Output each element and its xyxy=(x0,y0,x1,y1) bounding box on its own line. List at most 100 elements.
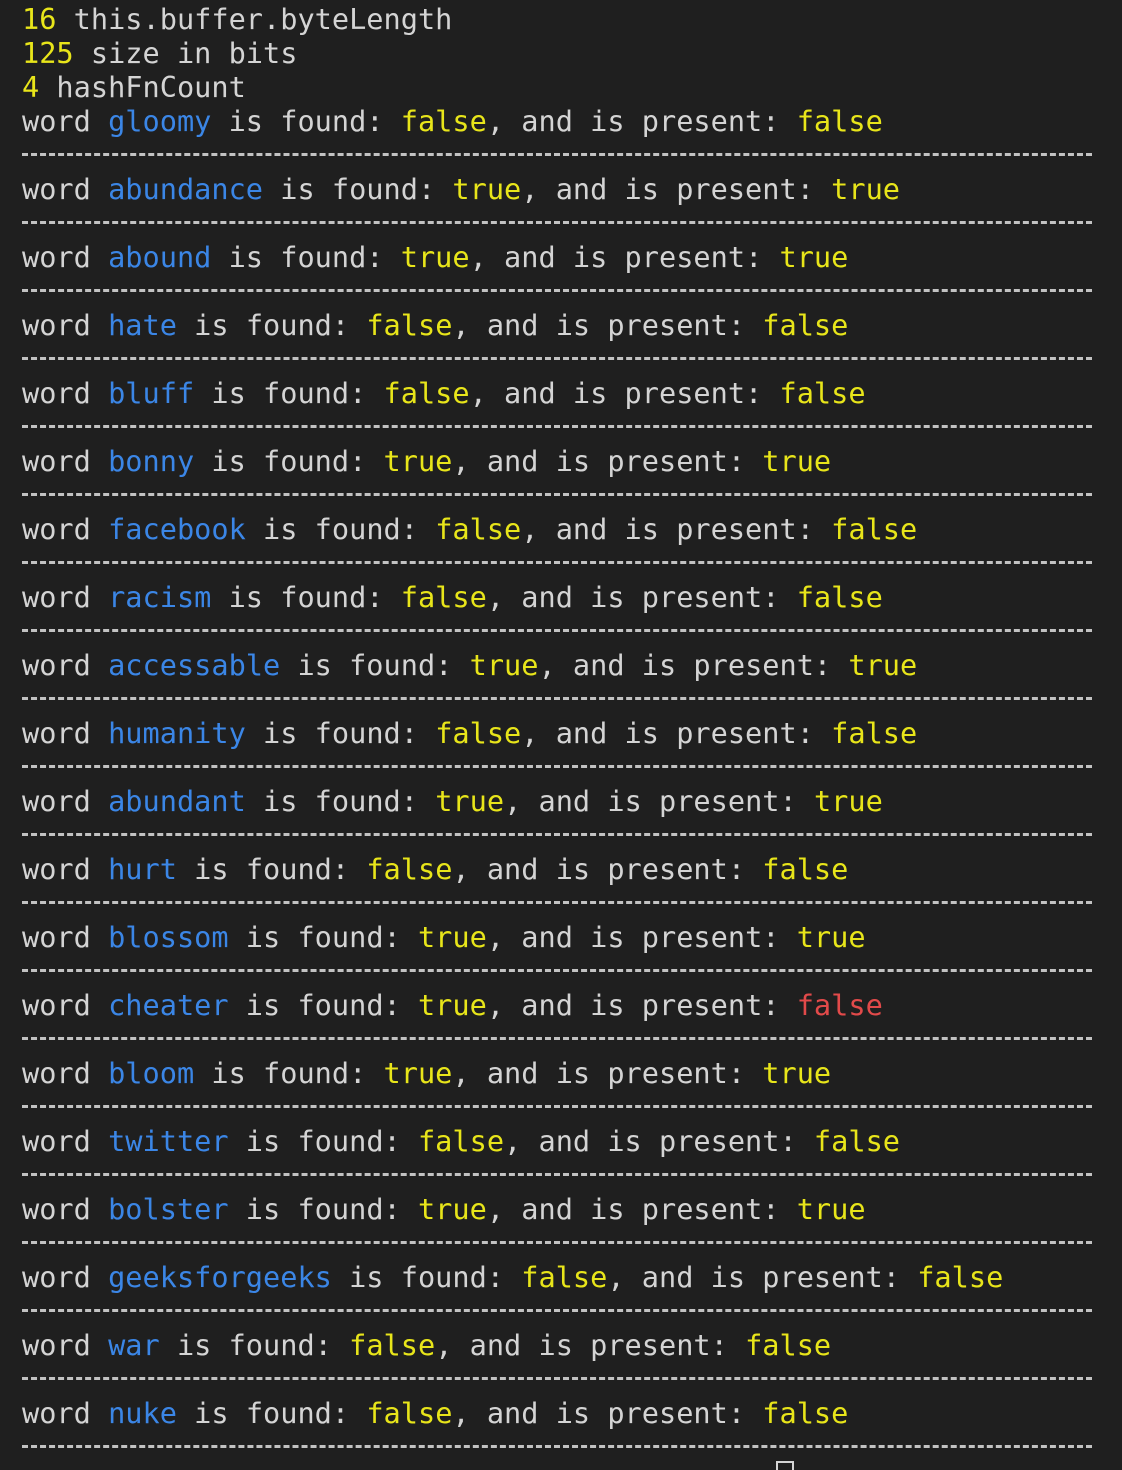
result-line: word bloom is found: true, and is presen… xyxy=(22,1056,831,1090)
found-value: false xyxy=(349,1328,436,1362)
present-value: false xyxy=(831,512,918,546)
found-value: true xyxy=(383,444,453,478)
word-prefix: word xyxy=(22,1192,109,1226)
present-value: false xyxy=(831,716,918,750)
result-word: war xyxy=(108,1328,160,1362)
present-label: , and is present: xyxy=(486,1192,797,1226)
word-prefix: word xyxy=(22,172,109,206)
result-line: word facebook is found: false, and is pr… xyxy=(22,512,917,546)
result-word: bolster xyxy=(108,1192,229,1226)
found-label: is found: xyxy=(211,580,401,614)
result-line: word hate is found: false, and is presen… xyxy=(22,308,848,342)
result-word: hurt xyxy=(108,852,177,886)
word-prefix: word xyxy=(22,852,109,886)
separator-line xyxy=(22,629,1092,632)
present-value: false xyxy=(917,1260,1004,1294)
separator-line xyxy=(22,561,1092,564)
present-value: false xyxy=(762,308,849,342)
header-value: 125 xyxy=(22,36,74,70)
present-label: , and is present: xyxy=(486,920,797,954)
result-word: hate xyxy=(108,308,177,342)
present-label: , and is present: xyxy=(452,1056,763,1090)
result-word: blossom xyxy=(108,920,229,954)
found-value: false xyxy=(400,580,487,614)
word-prefix: word xyxy=(22,784,109,818)
separator-line xyxy=(22,1377,1092,1380)
present-value: false xyxy=(796,104,883,138)
header-value: 4 xyxy=(22,70,40,104)
separator-line xyxy=(22,697,1092,700)
present-value: false xyxy=(779,376,866,410)
found-label: is found: xyxy=(228,988,418,1022)
result-line: word abundance is found: true, and is pr… xyxy=(22,172,900,206)
found-label: is found: xyxy=(331,1260,522,1294)
found-label: is found: xyxy=(194,376,384,410)
result-line: word cheater is found: true, and is pres… xyxy=(22,988,883,1022)
header-value: 16 xyxy=(22,2,57,36)
word-prefix: word xyxy=(22,1328,109,1362)
found-value: false xyxy=(366,852,453,886)
found-label: is found: xyxy=(228,1124,418,1158)
word-prefix: word xyxy=(22,308,109,342)
result-line: word racism is found: false, and is pres… xyxy=(22,580,883,614)
found-value: false xyxy=(366,1396,453,1430)
word-prefix: word xyxy=(22,240,109,274)
result-word: facebook xyxy=(108,512,246,546)
result-line: word bonny is found: true, and is presen… xyxy=(22,444,831,478)
present-value: false xyxy=(796,580,883,614)
result-word: gloomy xyxy=(108,104,212,138)
word-prefix: word xyxy=(22,920,109,954)
separator-line xyxy=(22,289,1092,292)
found-label: is found: xyxy=(176,1396,367,1430)
found-value: true xyxy=(435,784,505,818)
present-label: , and is present: xyxy=(469,240,780,274)
present-label: , and is present: xyxy=(452,444,763,478)
separator-line xyxy=(22,425,1092,428)
result-line: word abundant is found: true, and is pre… xyxy=(22,784,883,818)
word-prefix: word xyxy=(22,580,109,614)
terminal-output[interactable]: 16 this.buffer.byteLength 125 size in bi… xyxy=(0,0,1122,1470)
separator-line xyxy=(22,765,1092,768)
separator-line xyxy=(22,969,1092,972)
present-value: false xyxy=(796,988,883,1022)
found-label: is found: xyxy=(194,444,384,478)
result-line: word hurt is found: false, and is presen… xyxy=(22,852,848,886)
result-line: word war is found: false, and is present… xyxy=(22,1328,831,1362)
header-label: size in bits xyxy=(73,36,298,70)
result-word: racism xyxy=(108,580,212,614)
present-value: false xyxy=(762,852,849,886)
prompt-line[interactable] xyxy=(22,1457,794,1470)
separator-line xyxy=(22,1173,1092,1176)
word-prefix: word xyxy=(22,1124,109,1158)
result-line: word geeksforgeeks is found: false, and … xyxy=(22,1260,1003,1294)
result-line: word accessable is found: true, and is p… xyxy=(22,648,917,682)
present-label: , and is present: xyxy=(504,1124,814,1158)
result-word: abundant xyxy=(108,784,246,818)
result-line: word nuke is found: false, and is presen… xyxy=(22,1396,848,1430)
result-line: word gloomy is found: false, and is pres… xyxy=(22,104,883,138)
present-value: true xyxy=(796,1192,866,1226)
found-label: is found: xyxy=(245,716,436,750)
result-line: word bolster is found: true, and is pres… xyxy=(22,1192,866,1226)
block-cursor-icon xyxy=(776,1461,794,1470)
separator-line xyxy=(22,221,1092,224)
present-label: , and is present: xyxy=(486,104,797,138)
present-label: , and is present: xyxy=(521,716,832,750)
found-value: false xyxy=(366,308,453,342)
found-value: true xyxy=(400,240,470,274)
found-value: false xyxy=(383,376,470,410)
result-word: nuke xyxy=(108,1396,177,1430)
word-prefix: word xyxy=(22,1396,109,1430)
found-label: is found: xyxy=(211,240,401,274)
result-word: twitter xyxy=(108,1124,229,1158)
header-label: this.buffer.byteLength xyxy=(56,2,453,36)
found-label: is found: xyxy=(194,1056,384,1090)
found-value: true xyxy=(417,1192,487,1226)
present-label: , and is present: xyxy=(504,784,814,818)
present-value: true xyxy=(762,1056,832,1090)
found-label: is found: xyxy=(280,648,470,682)
separator-line xyxy=(22,1309,1092,1312)
present-value: false xyxy=(745,1328,832,1362)
word-prefix: word xyxy=(22,376,109,410)
found-label: is found: xyxy=(228,920,418,954)
